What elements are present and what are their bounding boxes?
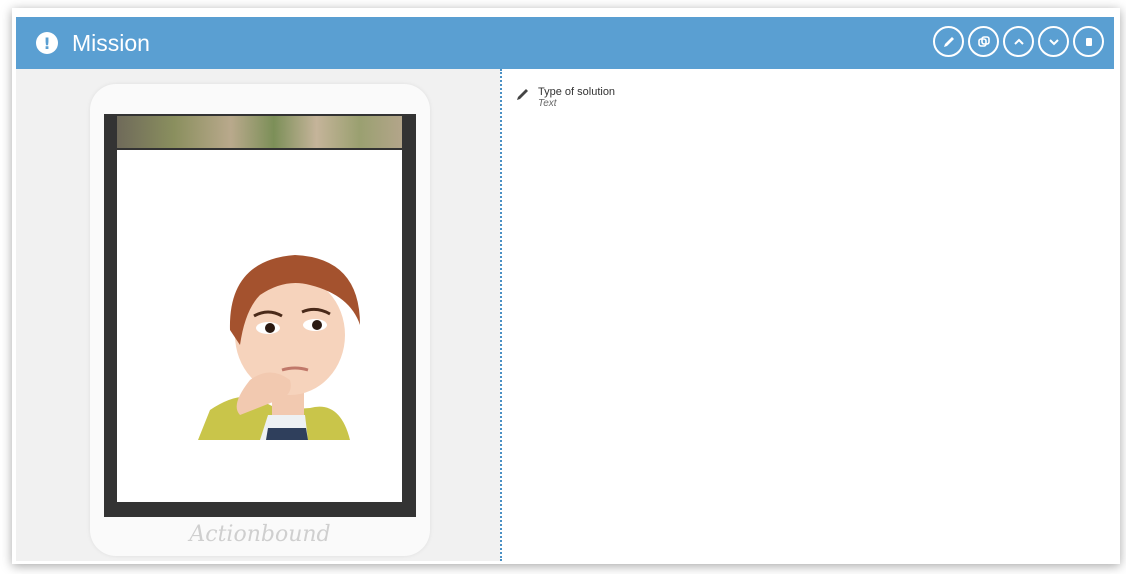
warning-icon: ! xyxy=(36,32,58,54)
duplicate-icon xyxy=(977,35,990,47)
actionbound-logo: Actionbound xyxy=(189,522,331,547)
chevron-down-icon xyxy=(1048,38,1059,45)
edit-button[interactable] xyxy=(933,26,964,57)
solution-type-value: Text xyxy=(538,98,557,109)
avatar-image xyxy=(198,255,360,440)
solution-type-field[interactable]: Type of solution Text xyxy=(516,86,615,109)
mission-header: ! Mission xyxy=(16,17,1114,69)
move-down-button[interactable] xyxy=(1038,26,1069,57)
chevron-up-icon xyxy=(1013,38,1024,45)
header-actions xyxy=(933,26,1104,57)
header-image xyxy=(117,116,402,148)
details-panel xyxy=(502,69,1114,561)
duplicate-button[interactable] xyxy=(968,26,999,57)
mission-title: Mission xyxy=(72,29,150,56)
pencil-icon xyxy=(517,89,528,100)
delete-icon xyxy=(1085,37,1092,46)
delete-button[interactable] xyxy=(1073,26,1104,57)
solution-type-label: Type of solution xyxy=(538,86,616,98)
move-up-button[interactable] xyxy=(1003,26,1034,57)
edit-icon xyxy=(943,36,954,47)
